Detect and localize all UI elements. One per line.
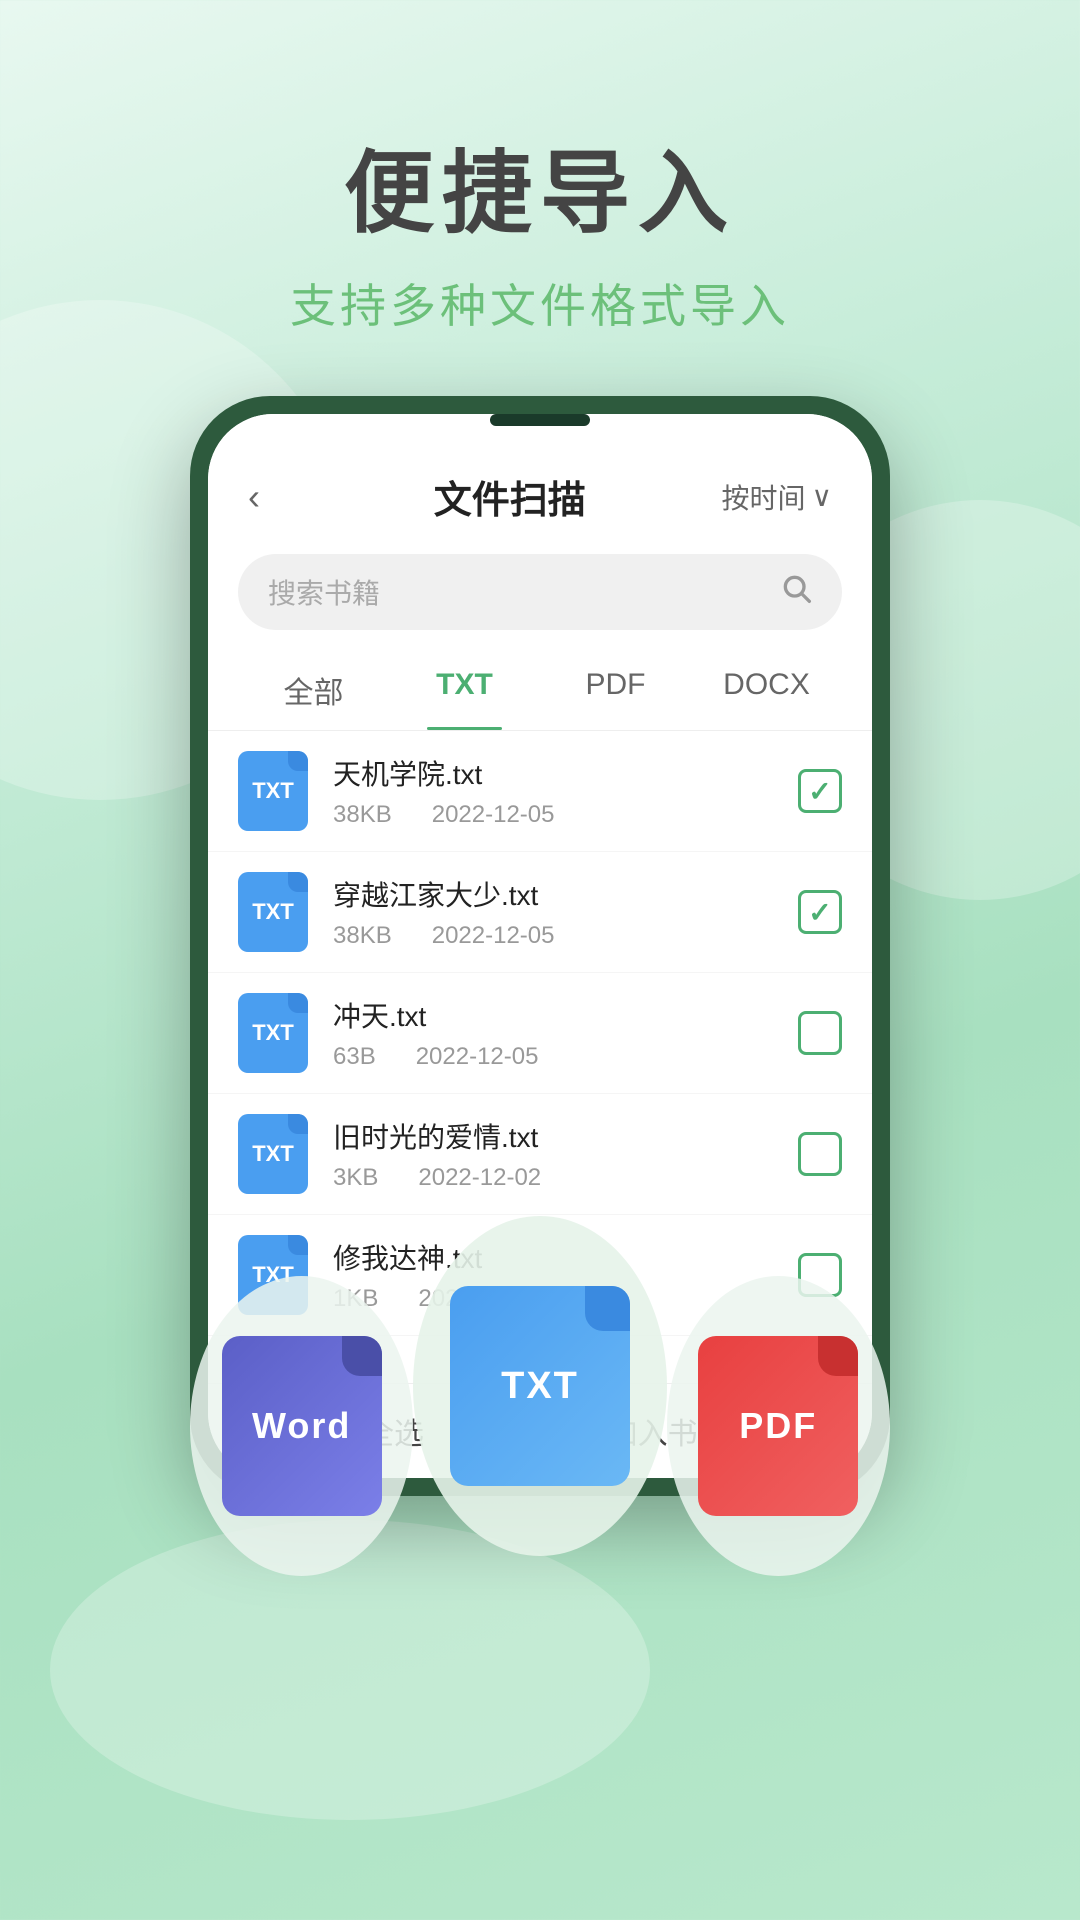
floating-file-types: Word TXT PDF [190, 1216, 890, 1576]
file-info: 天机学院.txt 38KB 2022-12-05 [333, 753, 798, 829]
header-section: 便捷导入 支持多种文件格式导入 [0, 0, 1080, 396]
tab-docx[interactable]: DOCX [691, 650, 842, 730]
file-date: 2022-12-05 [432, 801, 555, 829]
file-size: 38KB [333, 922, 392, 950]
sort-label: 按时间 [721, 477, 805, 517]
file-icon-txt: TXT [238, 751, 308, 831]
app-title: 文件扫描 [434, 469, 586, 524]
app-header: ‹ 文件扫描 按时间 ∨ [208, 414, 872, 544]
phone-notch [490, 414, 590, 426]
file-icon-txt: TXT [238, 1114, 308, 1194]
pdf-icon: PDF [698, 1336, 858, 1516]
word-circle: Word [190, 1276, 413, 1576]
pdf-circle: PDF [667, 1276, 890, 1576]
list-item[interactable]: TXT 穿越江家大少.txt 38KB 2022-12-05 ✓ [208, 852, 872, 973]
search-input[interactable]: 搜索书籍 [268, 572, 780, 612]
file-meta: 63B 2022-12-05 [333, 1043, 798, 1071]
file-checkbox[interactable]: ✓ [798, 890, 842, 934]
search-icon [780, 572, 812, 612]
file-icon-txt: TXT [238, 993, 308, 1073]
file-info: 穿越江家大少.txt 38KB 2022-12-05 [333, 874, 798, 950]
list-item[interactable]: TXT 旧时光的爱情.txt 3KB 2022-12-02 [208, 1094, 872, 1215]
file-checkbox[interactable]: ✓ [798, 769, 842, 813]
sub-title: 支持多种文件格式导入 [0, 270, 1080, 336]
search-bar[interactable]: 搜索书籍 [238, 554, 842, 630]
file-name: 旧时光的爱情.txt [333, 1116, 798, 1156]
file-info: 冲天.txt 63B 2022-12-05 [333, 995, 798, 1071]
file-icon-txt: TXT [238, 872, 308, 952]
file-size: 38KB [333, 801, 392, 829]
file-date: 2022-12-02 [418, 1164, 541, 1192]
file-meta: 38KB 2022-12-05 [333, 801, 798, 829]
back-button[interactable]: ‹ [248, 476, 298, 518]
file-size: 3KB [333, 1164, 378, 1192]
main-title: 便捷导入 [0, 120, 1080, 250]
tab-pdf[interactable]: PDF [540, 650, 691, 730]
file-size: 63B [333, 1043, 376, 1071]
file-date: 2022-12-05 [416, 1043, 539, 1071]
file-name: 穿越江家大少.txt [333, 874, 798, 914]
txt-circle: TXT [413, 1216, 666, 1556]
tab-txt[interactable]: TXT [389, 650, 540, 730]
file-meta: 3KB 2022-12-02 [333, 1164, 798, 1192]
chevron-down-icon: ∨ [812, 480, 833, 513]
phone-mockup: ‹ 文件扫描 按时间 ∨ 搜索书籍 [190, 396, 890, 1496]
list-item[interactable]: TXT 天机学院.txt 38KB 2022-12-05 ✓ [208, 731, 872, 852]
checkmark-icon: ✓ [808, 896, 831, 929]
checkmark-icon: ✓ [808, 775, 831, 808]
file-date: 2022-12-05 [432, 922, 555, 950]
file-name: 冲天.txt [333, 995, 798, 1035]
file-checkbox[interactable] [798, 1011, 842, 1055]
tab-all[interactable]: 全部 [238, 650, 389, 730]
list-item[interactable]: TXT 冲天.txt 63B 2022-12-05 [208, 973, 872, 1094]
file-checkbox[interactable] [798, 1132, 842, 1176]
txt-icon: TXT [450, 1286, 630, 1486]
word-icon: Word [222, 1336, 382, 1516]
file-meta: 38KB 2022-12-05 [333, 922, 798, 950]
tab-bar: 全部 TXT PDF DOCX [208, 650, 872, 731]
file-info: 旧时光的爱情.txt 3KB 2022-12-02 [333, 1116, 798, 1192]
file-name: 天机学院.txt [333, 753, 798, 793]
sort-button[interactable]: 按时间 ∨ [721, 477, 832, 517]
